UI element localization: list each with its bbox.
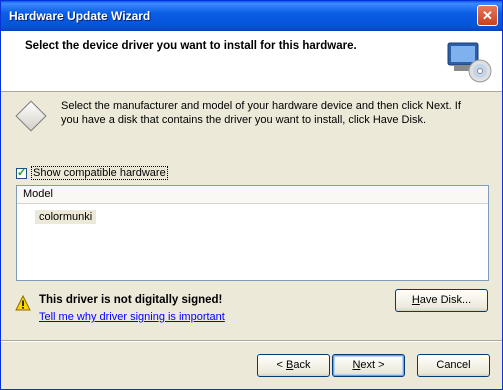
wizard-window: Hardware Update Wizard ✕ Select the devi… xyxy=(0,0,503,390)
footer-divider xyxy=(1,340,502,342)
model-listbox[interactable]: Model colormunki xyxy=(16,185,489,281)
title-bar[interactable]: Hardware Update Wizard ✕ xyxy=(1,1,502,31)
close-icon: ✕ xyxy=(482,8,493,23)
driver-signing-link[interactable]: Tell me why driver signing is important xyxy=(39,311,225,323)
instructions-text: Select the manufacturer and model of you… xyxy=(61,100,461,126)
back-button[interactable]: < Back xyxy=(257,354,330,377)
window-title: Hardware Update Wizard xyxy=(9,9,151,23)
next-button[interactable]: Next > xyxy=(332,354,405,377)
show-compatible-checkbox[interactable] xyxy=(16,166,27,179)
list-item[interactable]: colormunki xyxy=(35,210,97,224)
show-compatible-label[interactable]: Show compatible hardware xyxy=(31,166,168,180)
cancel-button[interactable]: Cancel xyxy=(417,354,490,377)
hardware-cd-icon xyxy=(447,42,492,83)
page-heading: Select the device driver you want to ins… xyxy=(25,40,357,52)
info-diamond-icon xyxy=(15,100,47,132)
model-column-header[interactable]: Model xyxy=(17,186,488,204)
unsigned-driver-warning: This driver is not digitally signed! xyxy=(39,294,223,306)
show-compatible-row[interactable]: Show compatible hardware xyxy=(16,166,168,180)
wizard-header: Select the device driver you want to ins… xyxy=(1,31,502,92)
close-button[interactable]: ✕ xyxy=(477,5,498,26)
have-disk-button[interactable]: Have Disk... xyxy=(395,289,488,312)
warning-icon xyxy=(15,295,31,311)
wizard-body: Select the manufacturer and model of you… xyxy=(1,92,502,389)
